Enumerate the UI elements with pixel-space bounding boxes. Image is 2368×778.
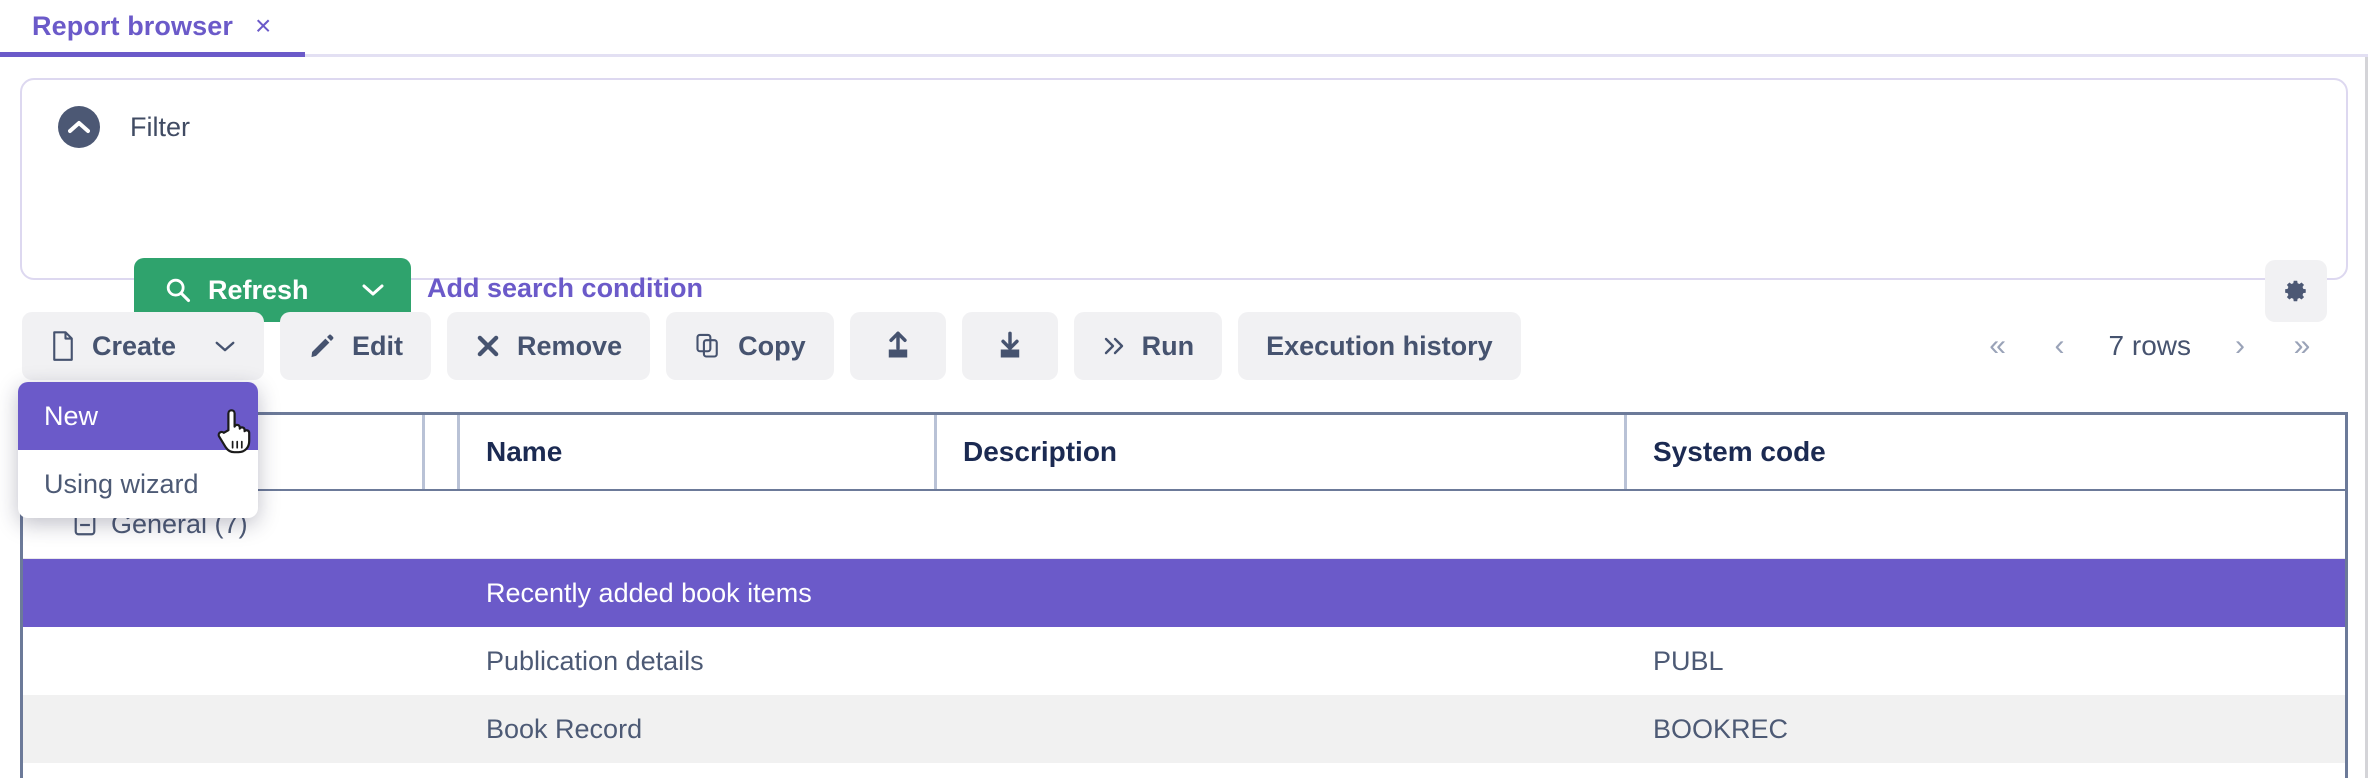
gear-icon — [2283, 278, 2309, 304]
row-name-cell: Book Record — [486, 713, 643, 744]
row-name-cell: Recently added book items — [486, 577, 812, 608]
create-button[interactable]: Create — [22, 312, 265, 380]
upload-button[interactable] — [849, 312, 946, 380]
run-button[interactable]: Run — [1073, 312, 1223, 380]
grid-group-row[interactable]: General (7) — [23, 491, 2345, 559]
create-dropdown-menu: New Using wizard — [18, 382, 258, 518]
table-row[interactable]: Publication details PUBL — [23, 627, 2345, 695]
menu-item-new[interactable]: New — [18, 382, 258, 450]
last-page-button[interactable]: » — [2271, 312, 2333, 380]
tab-bar: Report browser × — [0, 0, 2368, 57]
grid-header-row: Name Description System code — [23, 415, 2345, 491]
edit-label: Edit — [352, 330, 404, 361]
copy-icon — [694, 332, 722, 360]
chevron-down-icon[interactable] — [361, 283, 385, 297]
execution-history-button[interactable]: Execution history — [1238, 312, 1521, 380]
download-button[interactable] — [961, 312, 1058, 380]
row-count-label: 7 rows — [2108, 330, 2191, 361]
remove-label: Remove — [517, 330, 623, 361]
close-icon[interactable]: × — [255, 12, 271, 40]
refresh-label: Refresh — [208, 274, 309, 305]
edit-button[interactable]: Edit — [280, 312, 432, 380]
menu-item-using-wizard[interactable]: Using wizard — [18, 450, 258, 518]
add-search-condition-link[interactable]: Add search condition — [427, 273, 703, 304]
chevron-down-icon[interactable] — [214, 340, 236, 353]
grid-header-system-code[interactable]: System code — [1627, 415, 2343, 489]
execution-history-label: Execution history — [1266, 330, 1493, 361]
tab-label: Report browser — [32, 10, 233, 41]
file-icon — [50, 331, 76, 361]
upload-icon — [884, 331, 912, 361]
table-row[interactable]: Recently added book items — [23, 559, 2345, 627]
chevron-up-circle-icon[interactable] — [58, 106, 100, 148]
first-page-button[interactable]: « — [1967, 312, 2029, 380]
pagination: « ‹ 7 rows › » — [1967, 312, 2333, 380]
filter-header: Filter — [58, 106, 190, 148]
row-system-code-cell: BOOKREC — [1653, 713, 1789, 744]
grid-header-description[interactable]: Description — [937, 415, 1627, 489]
pencil-icon — [308, 332, 336, 360]
report-grid: Name Description System code General (7)… — [20, 412, 2348, 778]
filter-title: Filter — [130, 111, 190, 142]
action-toolbar: Create Edit Remove Copy Run Execution hi… — [0, 312, 1521, 380]
remove-button[interactable]: Remove — [447, 312, 651, 380]
next-page-button[interactable]: › — [2209, 312, 2271, 380]
search-icon — [164, 276, 192, 304]
prev-page-button[interactable]: ‹ — [2029, 312, 2091, 380]
create-label: Create — [92, 330, 177, 361]
double-chevron-right-icon — [1102, 335, 1126, 357]
copy-button[interactable]: Copy — [666, 312, 834, 380]
table-row[interactable]: Book Record BOOKREC — [23, 695, 2345, 763]
row-system-code-cell: PUBL — [1653, 645, 1724, 676]
run-label: Run — [1141, 330, 1195, 361]
grid-header-name[interactable]: Name — [460, 415, 937, 489]
row-name-cell: Publication details — [486, 645, 704, 676]
grid-header-icon[interactable] — [425, 415, 460, 489]
tab-report-browser[interactable]: Report browser × — [0, 0, 306, 57]
cross-icon — [475, 333, 501, 359]
copy-label: Copy — [738, 330, 806, 361]
filter-panel: Filter Refresh Add search condition — [20, 78, 2348, 322]
download-icon — [996, 331, 1024, 361]
